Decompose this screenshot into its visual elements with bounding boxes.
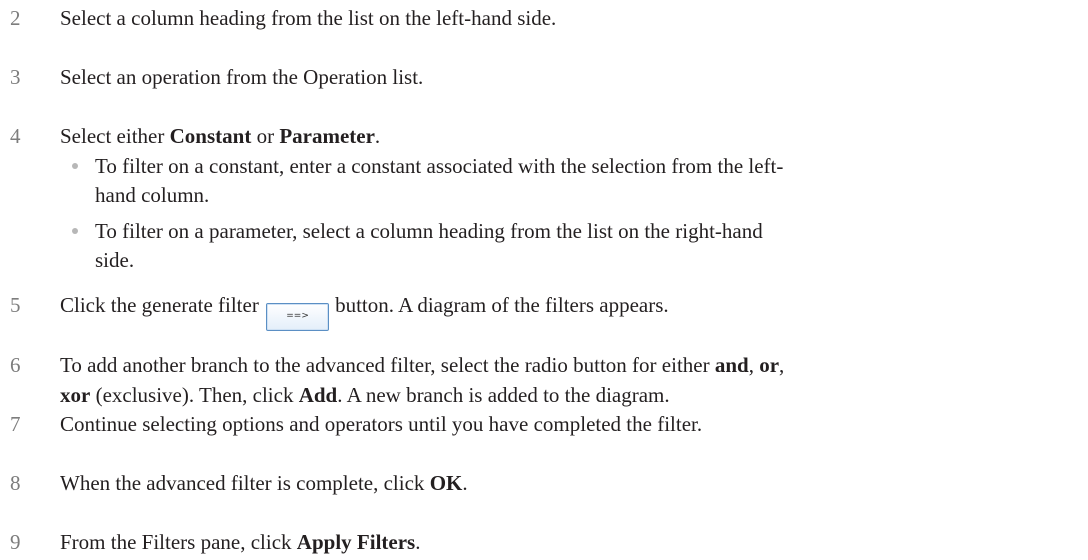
step-text: From the Filters pane, click Apply Filte… [60,530,421,554]
step-text: Select a column heading from the list on… [60,6,557,30]
bullet-line: side. [95,248,135,272]
step-text: Select either Constant or Parameter. [60,124,381,148]
step-text: Select an operation from the Operation l… [60,65,424,89]
xor-term: xor [60,383,91,407]
step-number: 2 [10,6,21,30]
generate-filter-button[interactable]: ==> [266,303,330,331]
bullet-line: To filter on a constant, enter a constan… [95,154,784,178]
bullet-dot [72,228,78,234]
document-page: 2 Select a column heading from the list … [0,0,1088,560]
bullet-line: To filter on a parameter, select a colum… [95,219,763,243]
constant-term: Constant [169,124,252,148]
step-number: 3 [10,65,21,89]
step-text-line-1: To add another branch to the advanced fi… [60,353,785,377]
or-term: or [759,353,780,377]
ok-term: OK [429,471,463,495]
parameter-term: Parameter [279,124,375,148]
step-number: 8 [10,471,21,495]
step-number: 6 [10,353,21,377]
step-number: 4 [10,124,21,148]
add-term: Add [298,383,338,407]
apply-filters-term: Apply Filters [296,530,416,554]
step-number: 5 [10,293,21,317]
step-text: When the advanced filter is complete, cl… [60,471,468,495]
step-number: 9 [10,530,21,554]
bullet-line: hand column. [95,183,210,207]
step-number: 7 [10,412,21,436]
step-text: Continue selecting options and operators… [60,412,703,436]
step-text-line-2: xor (exclusive). Then, click Add. A new … [60,383,670,407]
bullet-dot [72,163,78,169]
and-term: and [714,353,749,377]
step-text: Click the generate filter ==> button. A d… [60,291,1070,331]
